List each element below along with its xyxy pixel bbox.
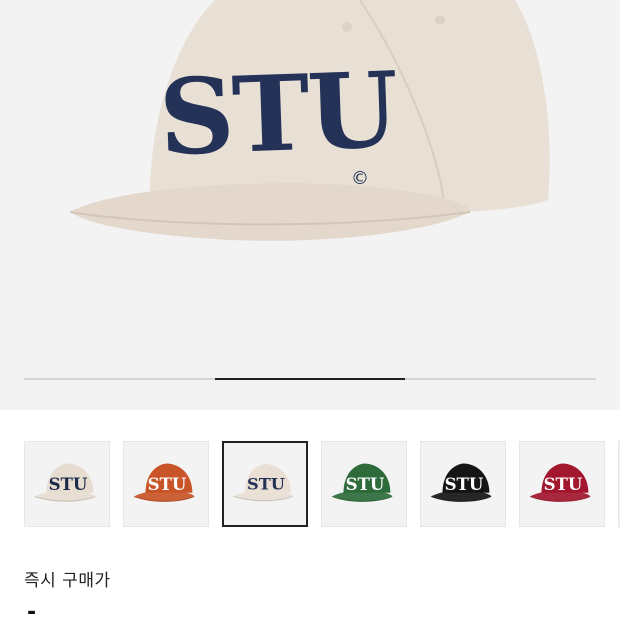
cap-thumbnail-image: STU (529, 463, 591, 502)
instant-buy-price-value: - (27, 600, 37, 625)
color-thumbnail-cream[interactable]: STU (222, 441, 308, 527)
stu-logo: STU (544, 474, 583, 494)
color-thumbnail-green[interactable]: STU (321, 441, 407, 527)
cap-main-image: STU © (69, 0, 550, 241)
color-thumbnail-list: STU STU STU STU STU STU (0, 441, 620, 529)
cap-thumbnail-image: STU (331, 463, 393, 502)
color-thumbnail-khaki[interactable]: STU (24, 441, 110, 527)
color-thumbnail-orange[interactable]: STU (123, 441, 209, 527)
color-thumbnail-black[interactable]: STU (420, 441, 506, 527)
copyright-mark: © (351, 168, 369, 189)
stu-logo: STU (247, 475, 285, 494)
stu-logo: STU (445, 474, 484, 494)
cap-eyelet (342, 22, 352, 32)
stu-logo: STU (157, 48, 399, 179)
product-image-gallery[interactable]: STU © (0, 0, 620, 410)
cap-thumbnail-image: STU (233, 463, 293, 502)
gallery-progress-bar (24, 378, 596, 380)
gallery-progress-indicator (214, 378, 406, 380)
stu-logo: STU (346, 474, 385, 494)
cap-thumbnail-image: STU (34, 463, 96, 502)
cap-eyelet (435, 15, 445, 25)
instant-buy-price-label: 즉시 구매가 (24, 571, 111, 591)
color-thumbnail-burgundy[interactable]: STU (519, 441, 605, 527)
cap-thumbnail-image: STU (133, 463, 195, 502)
stu-logo: STU (49, 474, 88, 494)
cap-thumbnail-image: STU (430, 463, 492, 502)
stu-logo: STU (148, 474, 187, 494)
cap-brim (70, 183, 470, 241)
